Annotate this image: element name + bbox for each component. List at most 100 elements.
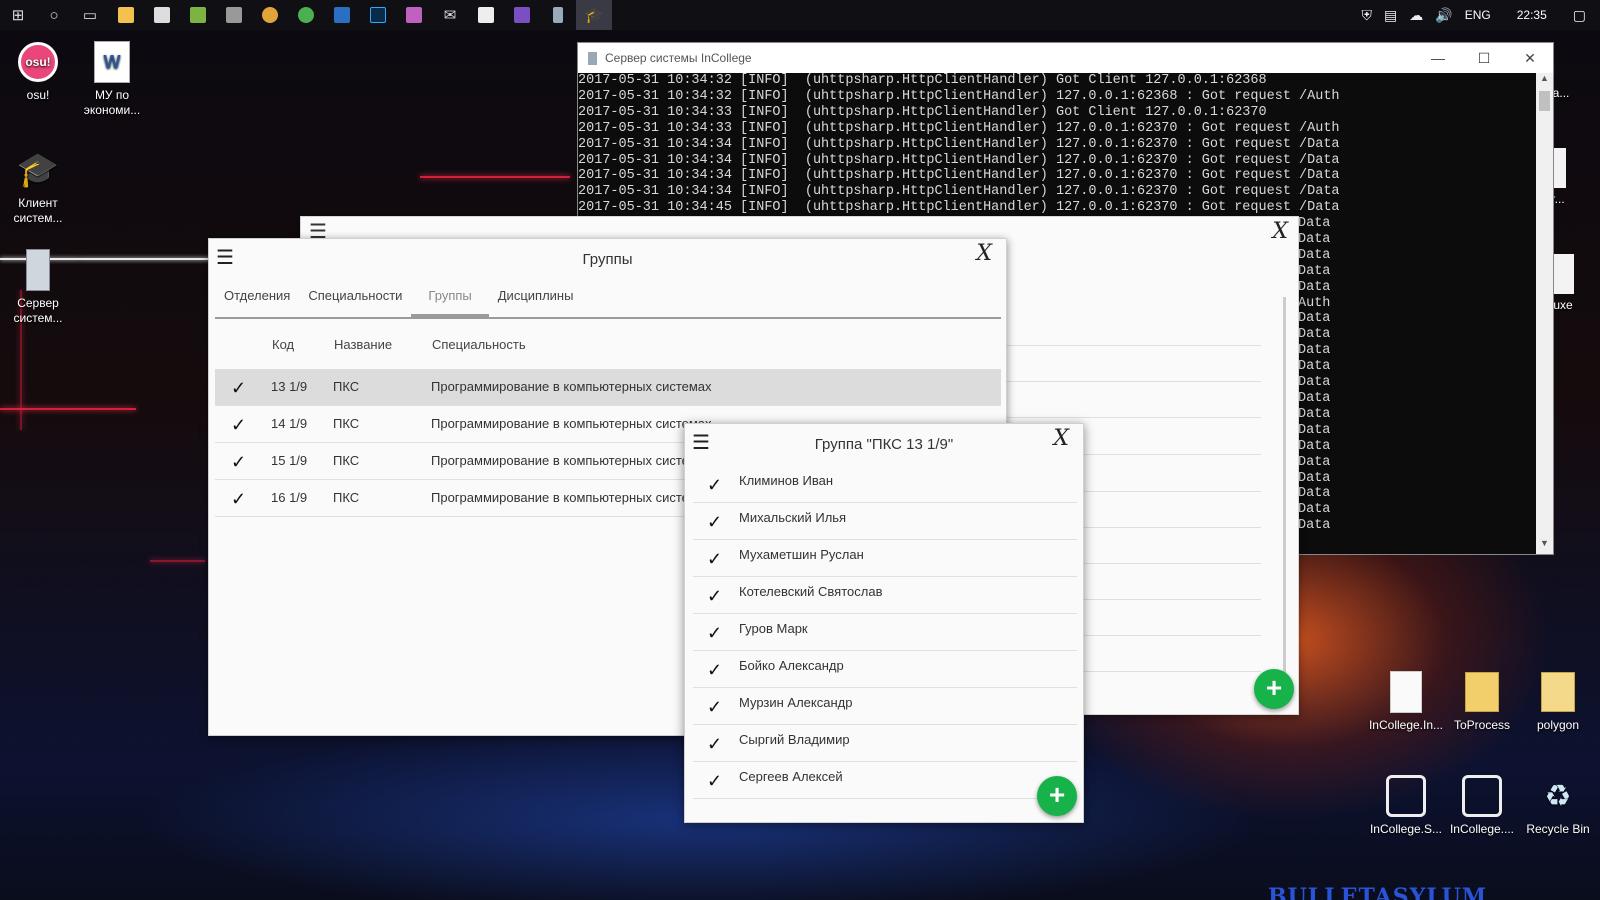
check-icon: ✓ xyxy=(231,415,247,435)
task-view-icon[interactable]: ▭ xyxy=(72,0,108,30)
desktop-icon-label: InCollege.S... xyxy=(1369,822,1443,836)
file-explorer-icon[interactable] xyxy=(108,0,144,30)
network-icon[interactable]: ▤ xyxy=(1384,7,1397,24)
console-line-tail: Data xyxy=(1298,518,1331,534)
visual-studio-icon[interactable] xyxy=(504,0,540,30)
close-icon[interactable]: X xyxy=(1272,219,1288,244)
incollege-icon[interactable]: 🎓 xyxy=(576,0,612,30)
desktop-icon-osu[interactable]: osu! osu! xyxy=(0,40,76,103)
wallpaper-logo: BULLETASYLUM xyxy=(1268,884,1488,900)
maximize-button[interactable]: ☐ xyxy=(1461,50,1507,67)
console-line: 2017-05-31 10:34:32 [INFO] (uhttpsharp.H… xyxy=(578,73,1267,88)
vertical-scrollbar[interactable] xyxy=(1283,297,1286,677)
list-item[interactable]: ✓ Мурзин Александр xyxy=(693,688,1077,725)
store-icon[interactable] xyxy=(144,0,180,30)
volume-icon[interactable]: 🔊 xyxy=(1435,7,1452,24)
student-name: Котелевский Святослав xyxy=(739,584,883,599)
list-item[interactable]: ✓ Гуров Марк xyxy=(693,614,1077,651)
tab-departments[interactable]: Отделения xyxy=(215,285,299,317)
desktop-icon-toprocess[interactable]: ToProcess xyxy=(1444,670,1520,733)
cortana-icon[interactable]: ○ xyxy=(36,0,72,30)
list-divider xyxy=(991,381,1261,382)
group-code: 13 1/9 xyxy=(271,379,308,394)
android-studio-icon[interactable] xyxy=(180,0,216,30)
onedrive-icon[interactable]: ☁ xyxy=(1409,7,1423,24)
windows-start-icon[interactable]: ⊞ xyxy=(0,0,36,30)
clock[interactable]: 22:35 xyxy=(1517,8,1547,22)
notifications-icon[interactable]: ▢ xyxy=(1573,7,1586,24)
list-item[interactable]: ✓ Бойко Александр xyxy=(693,651,1077,688)
phone-icon[interactable] xyxy=(540,0,576,30)
list-item[interactable]: ✓ Сергеев Алексей xyxy=(693,762,1077,799)
desktop-icon-deluxe[interactable]: eluxe xyxy=(1544,254,1600,313)
list-item[interactable]: ✓ Климинов Иван xyxy=(693,466,1077,503)
console-line: 2017-05-31 10:34:32 [INFO] (uhttpsharp.H… xyxy=(578,88,1340,104)
add-student-button[interactable]: + xyxy=(1037,776,1077,816)
console-line: 2017-05-31 10:34:34 [INFO] (uhttpsharp.H… xyxy=(578,136,1340,152)
desktop-icon-word-doc[interactable]: W МУ по экономи... xyxy=(74,40,150,118)
column-header-specialty[interactable]: Специальность xyxy=(432,337,526,352)
desktop-icon-incollege-s[interactable]: InCollege.S... xyxy=(1368,774,1444,837)
photos-icon[interactable] xyxy=(468,0,504,30)
scrollbar-thumb[interactable] xyxy=(1539,91,1550,111)
student-name: Климинов Иван xyxy=(739,473,834,488)
console-titlebar[interactable]: Сервер системы InCollege — ☐ ✕ xyxy=(578,43,1553,73)
add-button[interactable]: + xyxy=(1254,669,1294,709)
tab-specialties[interactable]: Специальности xyxy=(299,285,411,317)
mail-icon[interactable]: ✉ xyxy=(432,0,468,30)
photoshop-icon[interactable] xyxy=(360,0,396,30)
tab-groups[interactable]: Группы xyxy=(411,285,489,317)
console-app-icon xyxy=(588,51,597,65)
desktop-icon-polygon[interactable]: polygon xyxy=(1520,670,1596,733)
minimize-button[interactable]: — xyxy=(1415,50,1461,67)
check-icon: ✓ xyxy=(231,378,247,398)
list-divider xyxy=(991,345,1261,346)
table-row[interactable]: ✓ 13 1/9 ПКС Программирование в компьюте… xyxy=(215,369,1001,406)
student-name: Гуров Марк xyxy=(739,621,808,636)
console-line-tail: Data xyxy=(1298,406,1331,422)
console-line-tail: Data xyxy=(1298,454,1331,470)
chrome-icon[interactable] xyxy=(288,0,324,30)
desktop-icon-incollege-2[interactable]: InCollege.... xyxy=(1444,774,1520,837)
close-button[interactable]: ✕ xyxy=(1507,50,1553,67)
list-item[interactable]: ✓ Михальский Илья xyxy=(693,503,1077,540)
chrome-canary-icon[interactable] xyxy=(252,0,288,30)
app-icon[interactable] xyxy=(324,0,360,30)
column-header-name[interactable]: Название xyxy=(334,337,392,352)
close-icon[interactable]: X xyxy=(1053,426,1069,451)
window-header: ☰ Группа "ПКС 13 1/9" X xyxy=(685,424,1083,464)
close-icon[interactable]: X xyxy=(976,241,992,266)
desktop-icon-label: Recycle Bin xyxy=(1526,822,1590,836)
group-code: 16 1/9 xyxy=(271,490,308,505)
console-line-tail: Data xyxy=(1298,327,1331,343)
console-line-tail: Data xyxy=(1298,263,1331,279)
console-line: 2017-05-31 10:34:45 [INFO] (uhttpsharp.H… xyxy=(578,200,1340,216)
list-item[interactable]: ✓ Котелевский Святослав xyxy=(693,577,1077,614)
desktop-icon-server[interactable]: Сервер систем... xyxy=(0,248,76,326)
desktop-icon-recycle-bin[interactable]: ♻ Recycle Bin xyxy=(1520,774,1596,837)
desktop-icon-incollege-in[interactable]: InCollege.In... xyxy=(1368,670,1444,733)
group-members-window[interactable]: ☰ Группа "ПКС 13 1/9" X ✓ Климинов Иван ✓… xyxy=(684,423,1084,823)
paint-icon[interactable] xyxy=(396,0,432,30)
group-specialty: Программирование в компьютерных системах xyxy=(431,453,712,468)
database-icon[interactable] xyxy=(216,0,252,30)
student-name: Сергеев Алексей xyxy=(739,769,843,784)
group-code: 15 1/9 xyxy=(271,453,308,468)
console-title: Сервер системы InCollege xyxy=(605,51,752,65)
defender-icon[interactable]: ⛨ xyxy=(1362,7,1373,24)
language-indicator[interactable]: ENG xyxy=(1465,8,1491,22)
scroll-up-icon[interactable]: ▲ xyxy=(1536,73,1553,89)
console-scrollbar[interactable]: ▲ ▼ xyxy=(1536,73,1553,554)
group-specialty: Программирование в компьютерных системах xyxy=(431,416,712,431)
console-line-tail: Data xyxy=(1298,359,1331,375)
list-item[interactable]: ✓ Сыргий Владимир xyxy=(693,725,1077,762)
tab-disciplines[interactable]: Дисциплины xyxy=(489,285,583,317)
student-name: Мухаметшин Руслан xyxy=(739,547,864,562)
desktop-icon-client[interactable]: 🎓 Клиент систем... xyxy=(0,148,76,226)
console-line-tail: Data xyxy=(1298,216,1331,231)
column-header-code[interactable]: Код xyxy=(272,337,294,352)
scroll-down-icon[interactable]: ▼ xyxy=(1536,538,1553,554)
list-item[interactable]: ✓ Мухаметшин Руслан xyxy=(693,540,1077,577)
check-icon: ✓ xyxy=(707,623,723,643)
console-line: 2017-05-31 10:34:34 [INFO] (uhttpsharp.H… xyxy=(578,152,1340,168)
